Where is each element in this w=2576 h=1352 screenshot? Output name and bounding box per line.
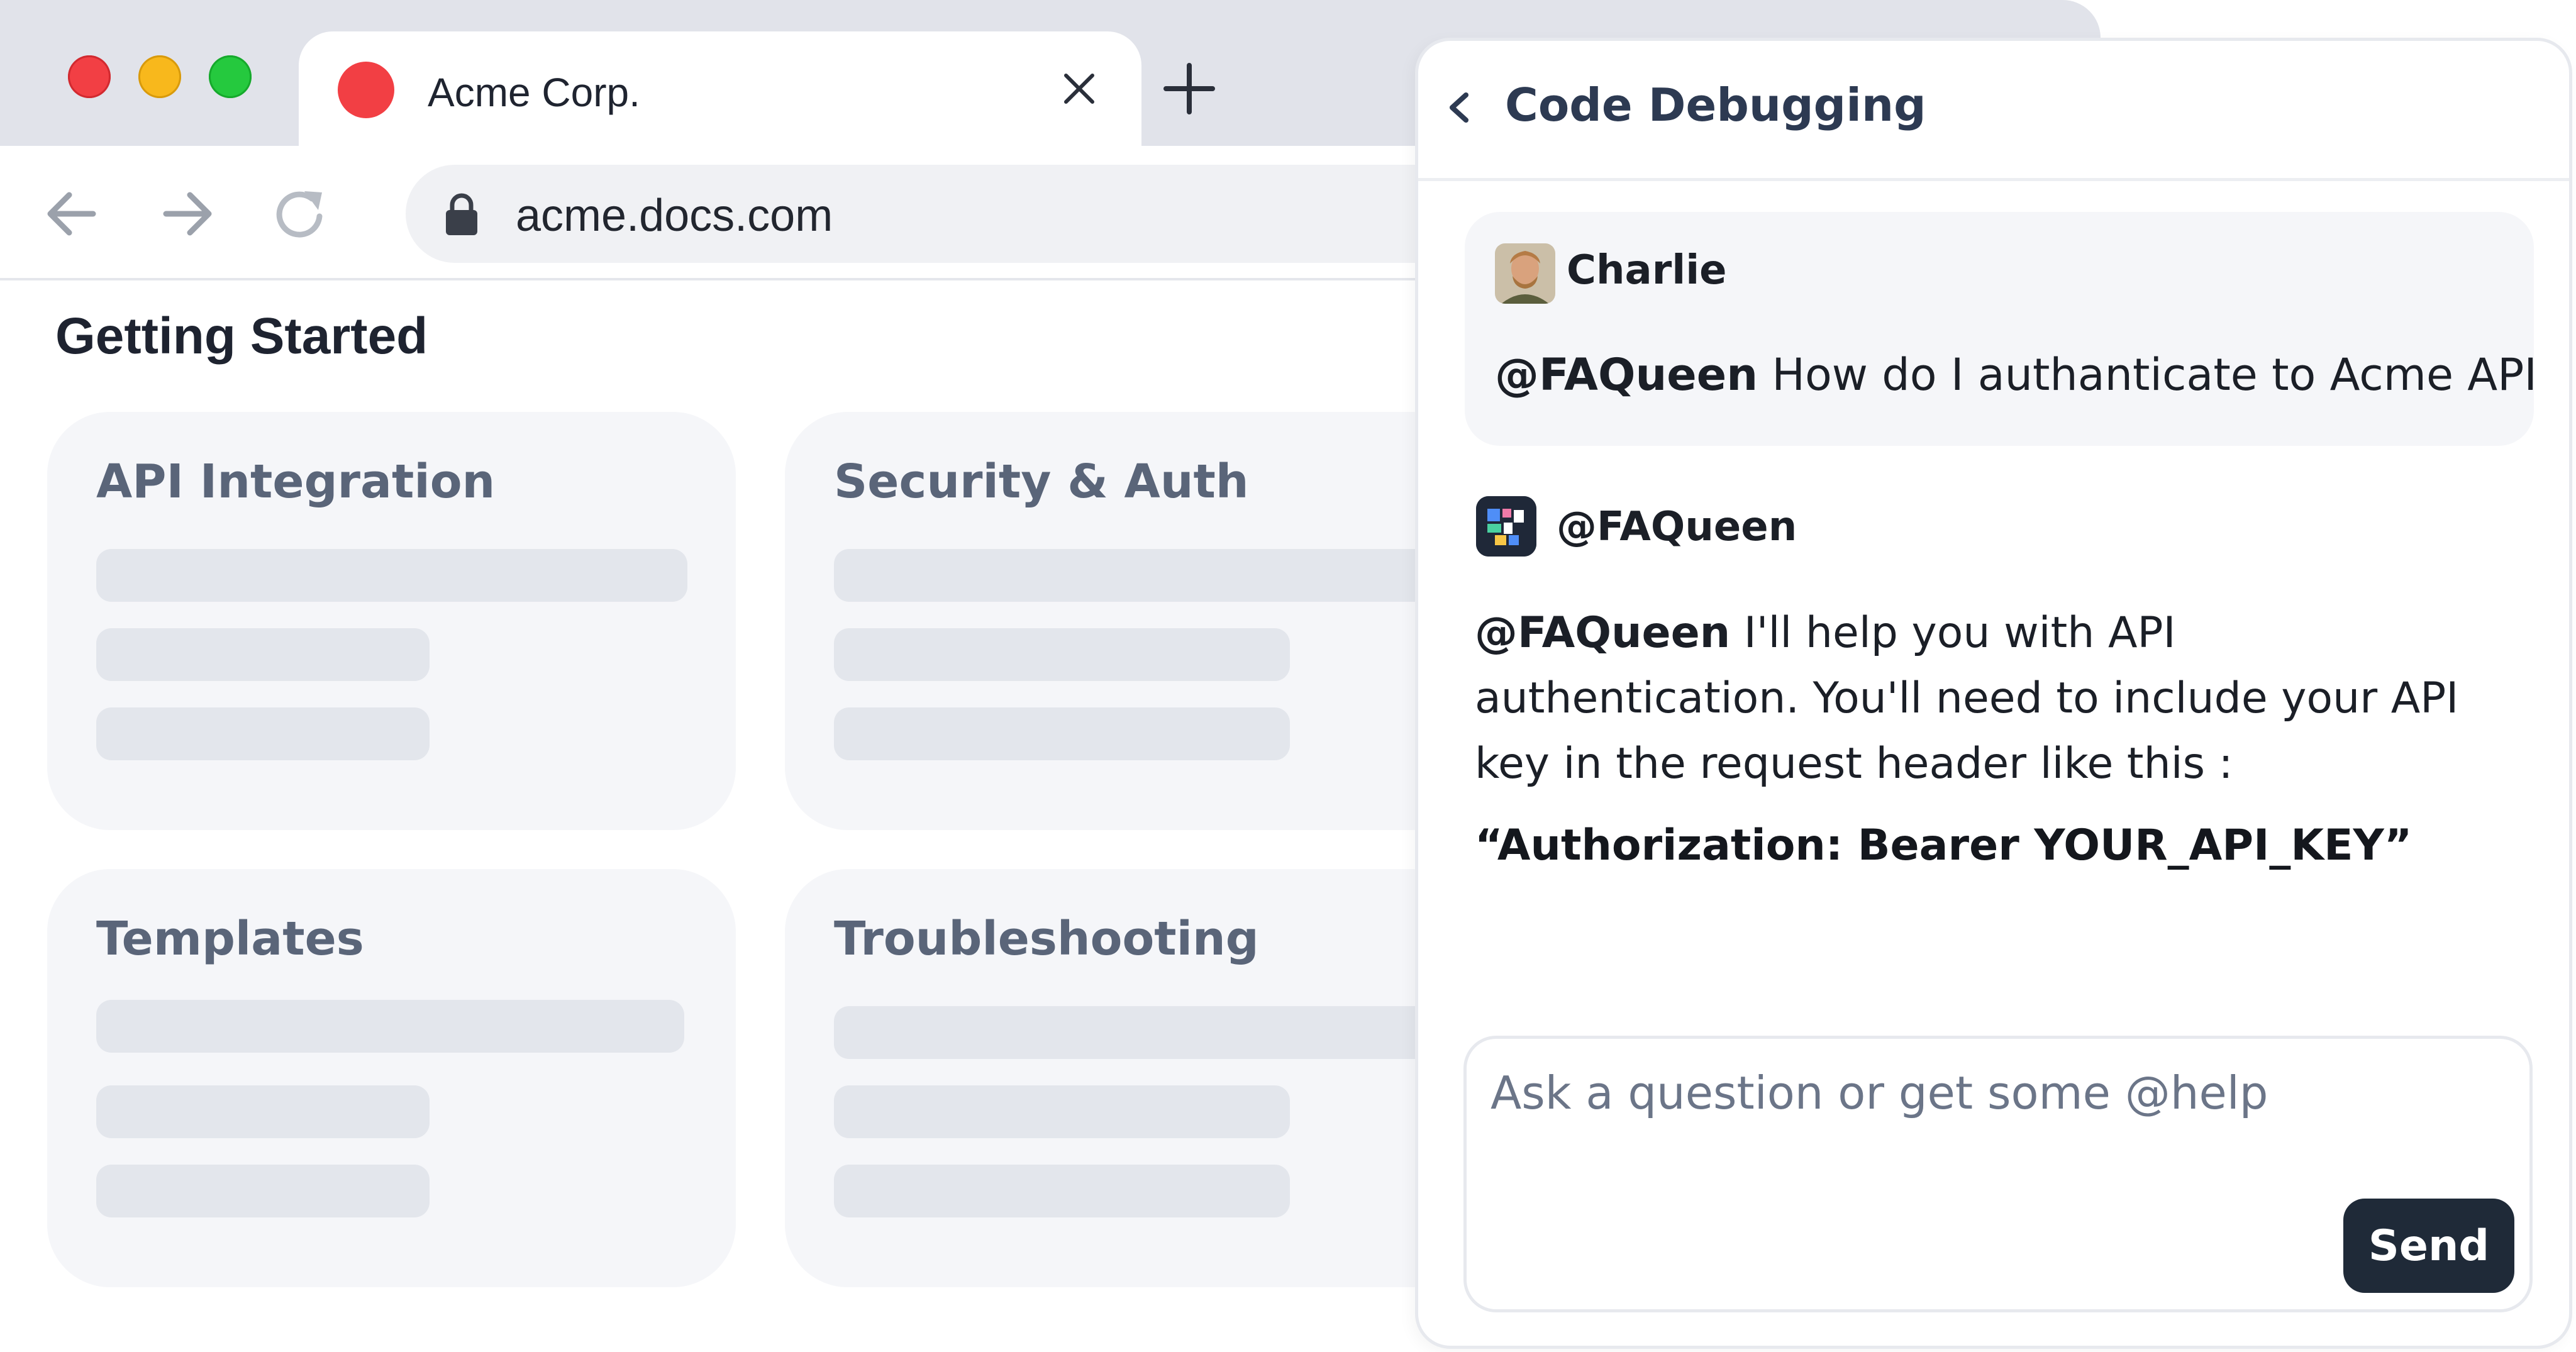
message-text: @FAQueen How do I authanticate to Acme A…: [1495, 349, 2537, 401]
skeleton-line: [834, 549, 1438, 602]
code-snippet: “Authorization: Bearer YOUR_API_KEY”: [1475, 821, 2412, 870]
lock-icon: [446, 193, 477, 235]
skeleton-line: [834, 1006, 1438, 1059]
skeleton-line: [96, 707, 430, 760]
browser-tab[interactable]: Acme Corp.: [299, 31, 1141, 146]
card-security-auth[interactable]: Security & Auth: [785, 412, 1474, 830]
skeleton-line: [96, 628, 430, 681]
card-title: Security & Auth: [834, 455, 1249, 509]
message-text: @FAQueen I'll help you with API authenti…: [1475, 601, 2506, 797]
message-composer: Send: [1463, 1036, 2533, 1312]
message-body: How do I authanticate to Acme API: [1758, 349, 2538, 401]
card-title: Templates: [96, 912, 364, 966]
skeleton-line: [96, 1000, 684, 1053]
back-arrow-icon[interactable]: [42, 184, 102, 244]
message-author: @FAQueen: [1557, 504, 1797, 550]
mention[interactable]: @FAQueen: [1495, 349, 1758, 401]
card-api-integration[interactable]: API Integration: [47, 412, 736, 830]
skeleton-line: [834, 628, 1290, 681]
chat-title: Code Debugging: [1505, 79, 1926, 131]
mention[interactable]: @FAQueen: [1475, 608, 1730, 658]
card-title: API Integration: [96, 455, 496, 509]
new-tab-icon[interactable]: [1163, 63, 1215, 114]
send-button[interactable]: Send: [2343, 1199, 2514, 1293]
forward-arrow-icon[interactable]: [157, 184, 218, 244]
reload-icon[interactable]: [270, 184, 331, 244]
bot-avatar: [1476, 496, 1536, 557]
window-close-button[interactable]: [68, 55, 111, 98]
address-bar[interactable]: acme.docs.com: [406, 165, 1475, 263]
url-text: acme.docs.com: [516, 191, 833, 241]
card-troubleshooting[interactable]: Troubleshooting: [785, 869, 1474, 1287]
skeleton-line: [96, 549, 687, 602]
message-input[interactable]: [1489, 1058, 2473, 1128]
chat-panel: Code Debugging Charlie @FAQueen How do I…: [1415, 38, 2572, 1349]
browser-toolbar: acme.docs.com: [0, 146, 1475, 280]
message-bubble-user: Charlie @FAQueen How do I authanticate t…: [1465, 212, 2537, 446]
skeleton-line: [96, 1165, 430, 1217]
card-title: Troubleshooting: [834, 912, 1259, 966]
card-templates[interactable]: Templates: [47, 869, 736, 1287]
window-minimize-button[interactable]: [138, 55, 181, 98]
window-maximize-button[interactable]: [209, 55, 252, 98]
chevron-left-icon[interactable]: [1445, 90, 1475, 125]
chat-header: Code Debugging: [1418, 41, 2569, 181]
skeleton-line: [96, 1085, 430, 1138]
skeleton-line: [834, 1165, 1290, 1217]
page-title: Getting Started: [55, 308, 428, 365]
message-author: Charlie: [1567, 247, 1727, 294]
favicon-icon: [338, 62, 394, 118]
tab-title: Acme Corp.: [428, 70, 640, 115]
skeleton-line: [834, 707, 1290, 760]
close-tab-icon[interactable]: [1061, 70, 1097, 107]
avatar: [1495, 243, 1555, 304]
skeleton-line: [834, 1085, 1290, 1138]
